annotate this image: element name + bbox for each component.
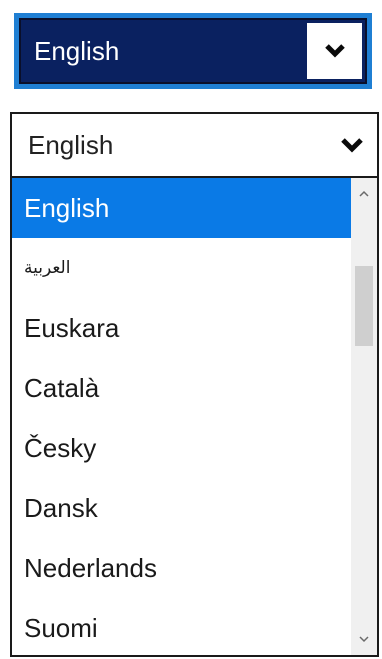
scroll-up-button[interactable]: [351, 182, 377, 206]
language-option-cesky[interactable]: Česky: [12, 418, 351, 478]
language-option-list[interactable]: English العربية Euskara Català Česky Dan…: [12, 178, 351, 655]
option-list-scrollbar[interactable]: [351, 178, 377, 655]
chevron-up-icon: [359, 190, 369, 197]
language-option-dansk[interactable]: Dansk: [12, 478, 351, 538]
language-select-value: English: [34, 36, 120, 66]
chevron-down-icon: [341, 138, 363, 153]
chevron-down-icon: [359, 636, 369, 643]
dropdown-button[interactable]: [307, 23, 362, 79]
language-select-open-header[interactable]: English: [12, 114, 377, 178]
language-option-suomi[interactable]: Suomi: [12, 598, 351, 655]
language-select-open[interactable]: English English العربية Euskara Català Č…: [10, 112, 379, 657]
scroll-down-button[interactable]: [351, 627, 377, 651]
language-option-english[interactable]: English: [12, 178, 351, 238]
language-option-nederlands[interactable]: Nederlands: [12, 538, 351, 598]
chevron-down-icon: [324, 44, 345, 58]
dropdown-button[interactable]: [337, 133, 367, 157]
language-select-open-value: English: [28, 130, 114, 160]
language-option-catala[interactable]: Català: [12, 358, 351, 418]
language-option-arabic[interactable]: العربية: [12, 238, 351, 298]
language-select-closed-inner[interactable]: English: [19, 18, 367, 84]
language-option-euskara[interactable]: Euskara: [12, 298, 351, 358]
scrollbar-thumb[interactable]: [355, 266, 373, 346]
language-select-closed[interactable]: English: [14, 13, 372, 89]
